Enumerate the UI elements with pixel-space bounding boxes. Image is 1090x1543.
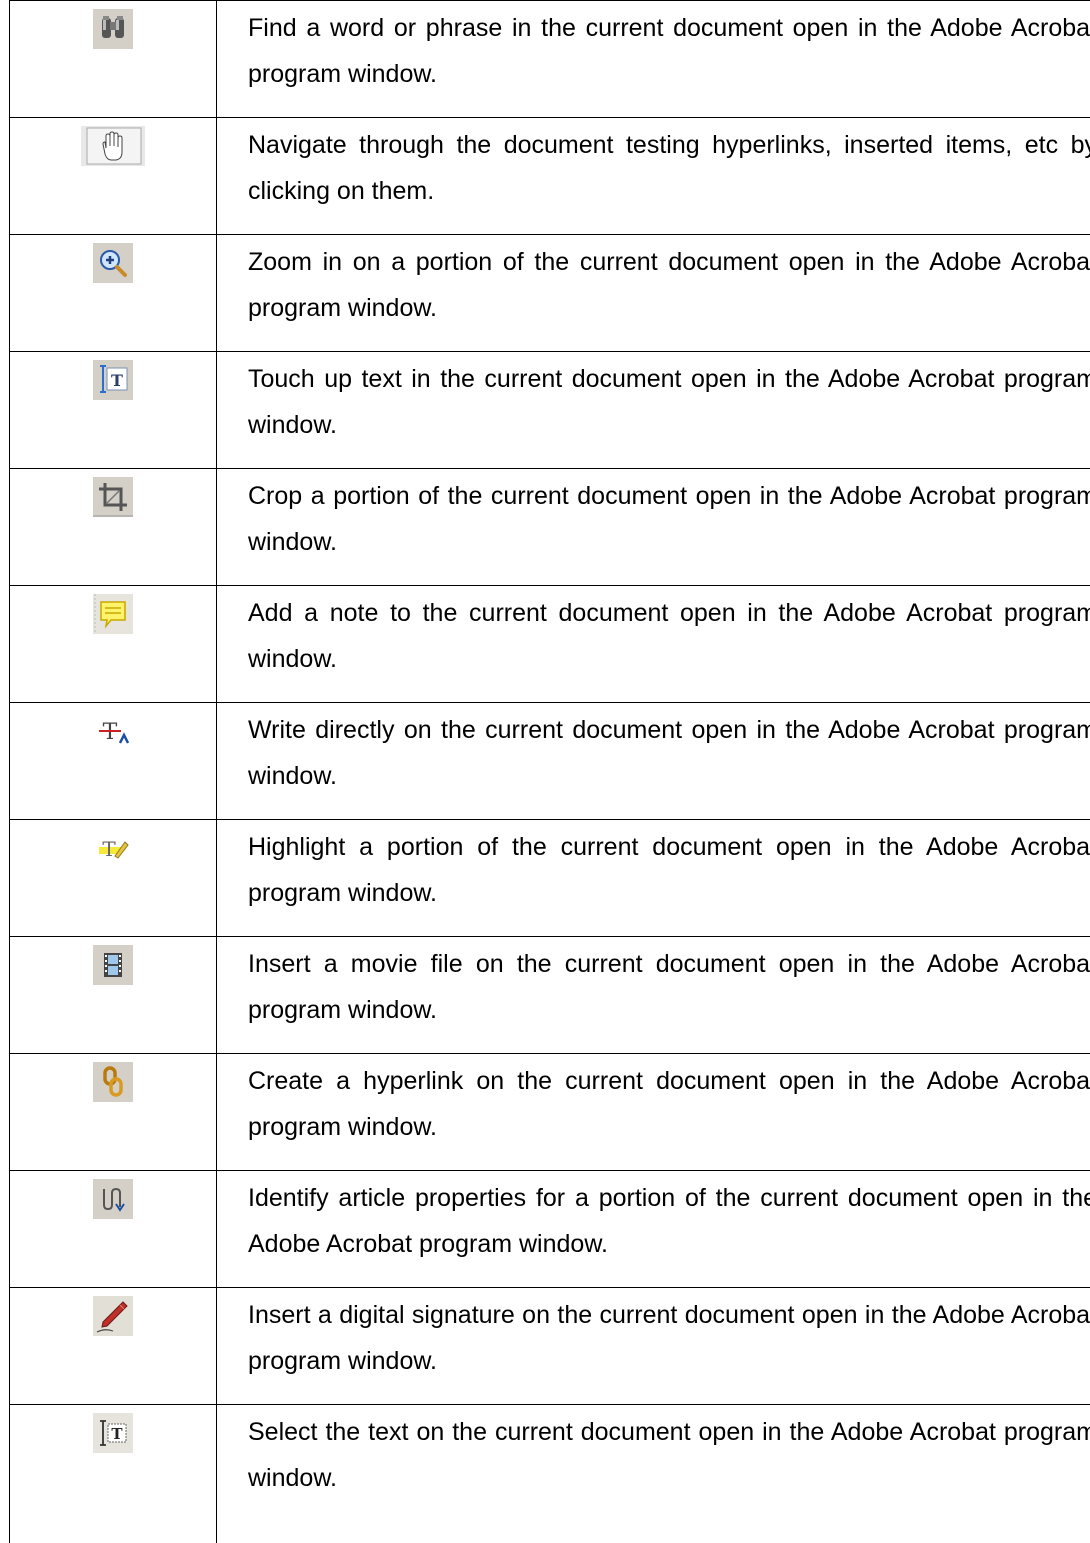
icon-cell (9, 0, 217, 118)
tool-description: Highlight a portion of the current docum… (248, 833, 1090, 907)
pencil-text-icon: T (93, 711, 133, 751)
table-row: Navigate through the document testing hy… (9, 117, 1090, 235)
table-row: T Touch up text in the current document … (9, 351, 1090, 469)
tool-description: Find a word or phrase in the current doc… (248, 14, 1090, 88)
description-cell: Find a word or phrase in the current doc… (216, 0, 1090, 118)
icon-cell: T (9, 351, 217, 469)
svg-text:T: T (103, 720, 118, 745)
table-row: Zoom in on a portion of the current docu… (9, 234, 1090, 352)
select-text-icon: T (93, 1413, 133, 1453)
svg-text:T: T (111, 1425, 123, 1443)
description-cell: Write directly on the current document o… (216, 702, 1090, 820)
table-row: Identify article properties for a portio… (9, 1170, 1090, 1288)
tool-description: Zoom in on a portion of the current docu… (248, 248, 1090, 322)
tool-description: Add a note to the current document open … (248, 599, 1090, 673)
table-row: Insert a movie file on the current docum… (9, 936, 1090, 1054)
icon-cell: T (9, 1404, 217, 1543)
description-cell: Navigate through the document testing hy… (216, 117, 1090, 235)
table-row: Find a word or phrase in the current doc… (9, 0, 1090, 118)
table-row: T Highlight a portion of the current doc… (9, 819, 1090, 937)
description-cell: Identify article properties for a portio… (216, 1170, 1090, 1288)
table-row: Create a hyperlink on the current docume… (9, 1053, 1090, 1171)
description-cell: Zoom in on a portion of the current docu… (216, 234, 1090, 352)
tool-description: Select the text on the current document … (248, 1418, 1090, 1492)
hand-tool-icon (81, 126, 145, 166)
table-row: T Write directly on the current document… (9, 702, 1090, 820)
table-row: T Select the text on the current documen… (9, 1404, 1090, 1543)
link-icon (93, 1062, 133, 1102)
svg-text:T: T (102, 837, 116, 861)
description-cell: Add a note to the current document open … (216, 585, 1090, 703)
movie-icon (93, 945, 133, 985)
note-icon (93, 594, 133, 634)
svg-text:T: T (111, 371, 123, 390)
signature-pen-icon (93, 1296, 133, 1336)
description-cell: Crop a portion of the current document o… (216, 468, 1090, 586)
icon-cell: T (9, 819, 217, 937)
tool-description: Crop a portion of the current document o… (248, 482, 1090, 556)
tool-description: Navigate through the document testing hy… (248, 131, 1090, 205)
table-row: Insert a digital signature on the curren… (9, 1287, 1090, 1405)
zoom-in-icon (93, 243, 133, 283)
binoculars-icon (93, 9, 133, 49)
icon-cell (9, 936, 217, 1054)
icon-cell (9, 1053, 217, 1171)
tool-description: Create a hyperlink on the current docume… (248, 1067, 1090, 1141)
icon-cell (9, 1287, 217, 1405)
description-cell: Create a hyperlink on the current docume… (216, 1053, 1090, 1171)
description-cell: Touch up text in the current document op… (216, 351, 1090, 469)
description-cell: Insert a digital signature on the curren… (216, 1287, 1090, 1405)
icon-cell (9, 1170, 217, 1288)
table-row: Add a note to the current document open … (9, 585, 1090, 703)
description-cell: Select the text on the current document … (216, 1404, 1090, 1543)
article-icon (93, 1179, 133, 1219)
tool-description-table: Find a word or phrase in the current doc… (9, 0, 1090, 1543)
tool-description: Insert a movie file on the current docum… (248, 950, 1090, 1024)
icon-cell (9, 234, 217, 352)
table-row: Crop a portion of the current document o… (9, 468, 1090, 586)
icon-cell (9, 585, 217, 703)
icon-cell (9, 117, 217, 235)
document-page: Find a word or phrase in the current doc… (0, 0, 1090, 1543)
crop-icon (93, 477, 133, 517)
description-cell: Insert a movie file on the current docum… (216, 936, 1090, 1054)
tool-description: Touch up text in the current document op… (248, 365, 1090, 439)
description-cell: Highlight a portion of the current docum… (216, 819, 1090, 937)
tool-description: Insert a digital signature on the curren… (248, 1301, 1090, 1375)
tool-description: Identify article properties for a portio… (248, 1184, 1090, 1258)
icon-cell: T (9, 702, 217, 820)
tool-description: Write directly on the current document o… (248, 716, 1090, 790)
touchup-text-icon: T (93, 360, 133, 400)
highlight-text-icon: T (93, 828, 133, 868)
icon-cell (9, 468, 217, 586)
